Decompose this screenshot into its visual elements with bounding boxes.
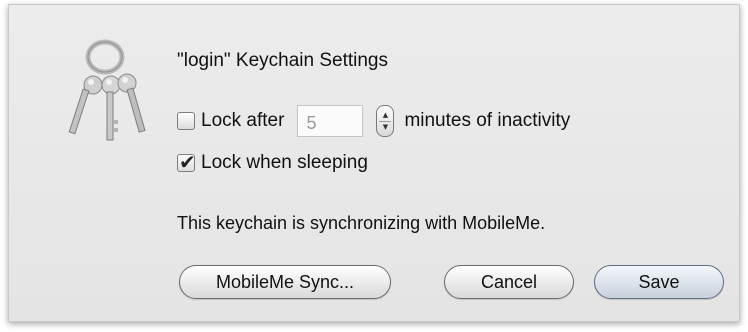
lock-when-sleeping-checkbox[interactable] <box>177 150 196 174</box>
minutes-stepper[interactable]: ▲ ▼ <box>376 105 395 137</box>
keychain-settings-sheet: "login" Keychain Settings Lock after ▲ ▼… <box>8 4 740 322</box>
lock-after-row: Lock after ▲ ▼ minutes of inactivity <box>177 105 570 137</box>
cancel-button[interactable]: Cancel <box>444 265 574 299</box>
lock-after-checkbox[interactable] <box>177 112 195 130</box>
lock-minutes-input[interactable] <box>297 105 364 137</box>
lock-sleeping-row: Lock when sleeping <box>177 150 368 174</box>
stepper-divider <box>379 120 392 122</box>
dialog-title: "login" Keychain Settings <box>177 50 389 71</box>
mobileme-sync-button[interactable]: MobileMe Sync... <box>179 265 391 299</box>
save-button[interactable]: Save <box>594 265 724 299</box>
sync-status-message: This keychain is synchronizing with Mobi… <box>177 213 546 233</box>
stepper-down-icon[interactable]: ▼ <box>383 123 388 132</box>
lock-when-sleeping-label[interactable]: Lock when sleeping <box>201 152 368 174</box>
keychain-keys-icon <box>61 35 157 145</box>
minutes-suffix-label: minutes of inactivity <box>404 110 571 131</box>
lock-after-label[interactable]: Lock after <box>201 110 284 132</box>
stepper-up-icon[interactable]: ▲ <box>383 111 388 120</box>
